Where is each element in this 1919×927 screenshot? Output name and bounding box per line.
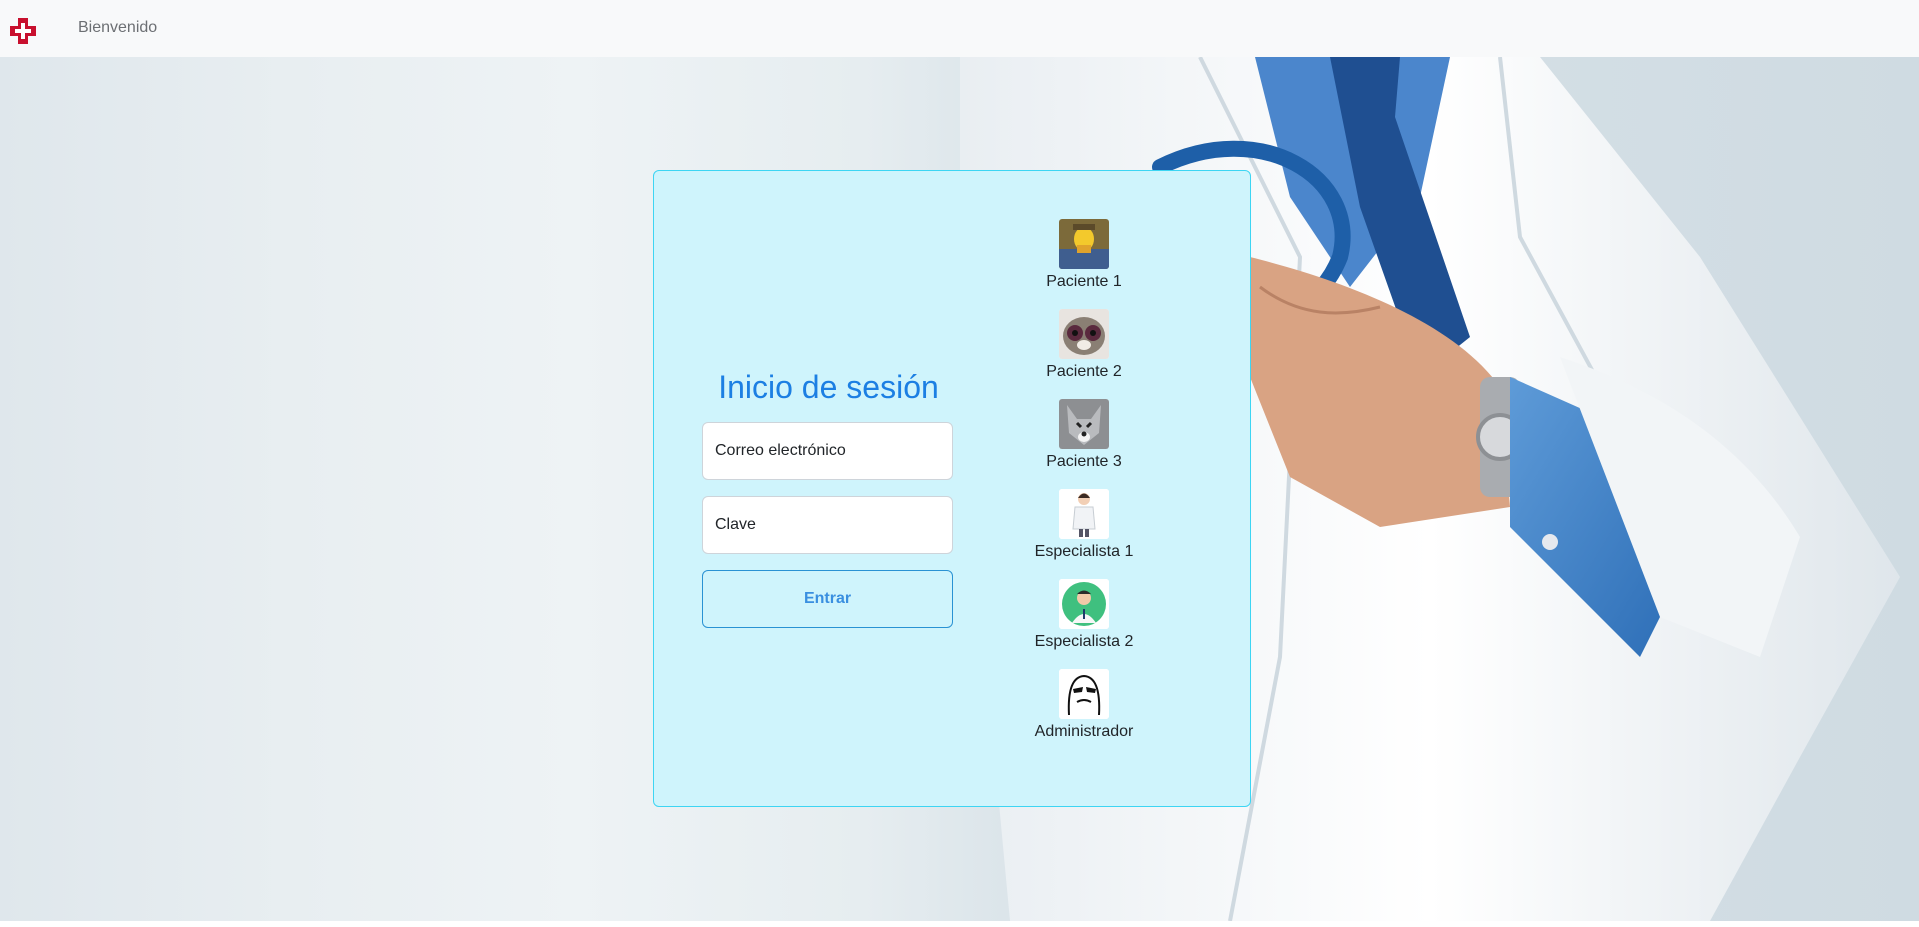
- quick-user-administrador[interactable]: Administrador: [1024, 669, 1144, 741]
- quick-user-label: Administrador: [1034, 723, 1134, 740]
- quick-user-especialista-2[interactable]: Especialista 2: [1024, 579, 1144, 651]
- wolf-avatar: [1059, 399, 1109, 449]
- male-doctor-avatar: [1059, 579, 1109, 629]
- quick-user-label: Paciente 2: [1046, 363, 1122, 380]
- quick-user-label: Paciente 3: [1046, 453, 1122, 470]
- login-card: Inicio de sesión Entrar Paciente 1: [653, 170, 1251, 807]
- female-doctor-avatar: [1059, 489, 1109, 539]
- login-title: Inicio de sesión: [718, 369, 939, 405]
- login-submit-button[interactable]: Entrar: [702, 570, 953, 628]
- quick-user-label: Especialista 2: [1034, 633, 1134, 650]
- quick-user-paciente-3[interactable]: Paciente 3: [1024, 399, 1144, 471]
- quick-user-paciente-2[interactable]: Paciente 2: [1024, 309, 1144, 381]
- quick-user-paciente-1[interactable]: Paciente 1: [1024, 219, 1144, 291]
- email-field[interactable]: [702, 422, 953, 480]
- nav-link-bienvenido[interactable]: Bienvenido: [78, 19, 157, 37]
- quick-user-label: Especialista 1: [1034, 543, 1134, 560]
- password-field[interactable]: [702, 496, 953, 554]
- navbar: Bienvenido: [0, 0, 1919, 57]
- page-bottom: [0, 921, 1919, 927]
- red-cross-icon[interactable]: [8, 16, 38, 46]
- meme-face-avatar: [1059, 669, 1109, 719]
- cat-avatar: [1059, 309, 1109, 359]
- cartoon-man-avatar: [1059, 219, 1109, 269]
- quick-user-especialista-1[interactable]: Especialista 1: [1024, 489, 1144, 561]
- quick-user-label: Paciente 1: [1046, 273, 1122, 290]
